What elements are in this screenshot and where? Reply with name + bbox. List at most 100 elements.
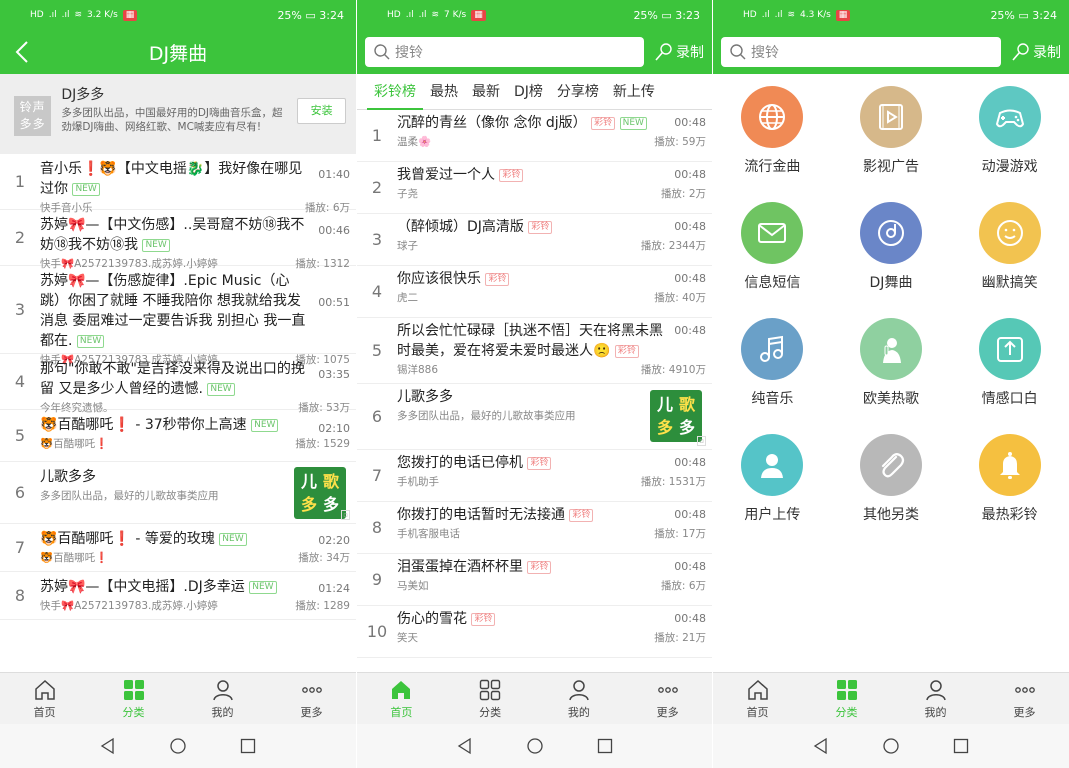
rank-number: 7	[371, 466, 383, 485]
duration: 00:48	[674, 560, 706, 573]
tab-1[interactable]: 最热	[423, 74, 465, 110]
category-item[interactable]: 欧美热歌	[832, 318, 951, 420]
list-item[interactable]: 5 所以会忙忙碌碌［执迷不悟］天在将黑未黑时最美，爱在将爱未爱时最迷人🙁 彩铃 锡洋…	[357, 318, 712, 384]
nav-category[interactable]: 分类	[446, 673, 535, 724]
promo-app-logo: 铃声多多	[14, 96, 52, 136]
system-back-icon[interactable]	[456, 737, 474, 755]
item-artist: 球子	[397, 240, 418, 252]
category-icon-circle	[859, 434, 922, 496]
tab-5[interactable]: 新上传	[606, 74, 662, 110]
record-button[interactable]: 录制	[1011, 42, 1061, 62]
app-notification-icon: ▦	[471, 9, 486, 21]
search-placeholder: 搜铃	[751, 45, 779, 61]
tab-4[interactable]: 分享榜	[550, 74, 606, 110]
category-icon-circle	[741, 318, 804, 380]
play-count: 播放: 59万	[654, 136, 706, 148]
tab-2[interactable]: 最新	[465, 74, 507, 110]
duration: 00:48	[674, 324, 706, 337]
nav-more[interactable]: 更多	[267, 673, 356, 724]
new-tag: NEW	[142, 238, 170, 252]
category-item[interactable]: 情感口白	[950, 318, 1069, 420]
nav-mine[interactable]: 我的	[178, 673, 267, 724]
category-item[interactable]: 流行金曲	[713, 86, 832, 188]
category-item[interactable]: DJ舞曲	[832, 202, 951, 304]
category-item[interactable]: 信息短信	[713, 202, 832, 304]
system-home-icon[interactable]	[169, 737, 187, 755]
kids-app-logo: 儿歌多多	[294, 467, 346, 519]
nav-category[interactable]: 分类	[89, 673, 178, 724]
system-home-icon[interactable]	[882, 737, 900, 755]
system-back-icon[interactable]	[812, 737, 830, 755]
nav-category[interactable]: 分类	[802, 673, 891, 724]
back-arrow-icon[interactable]	[12, 39, 34, 65]
mail-icon	[758, 223, 787, 243]
nav-more[interactable]: 更多	[980, 673, 1069, 724]
grid-icon	[836, 679, 857, 700]
nav-home[interactable]: 首页	[357, 673, 446, 724]
system-back-icon[interactable]	[99, 737, 117, 755]
item-artist: 🐯百酷哪吒❗	[40, 438, 109, 450]
ringtone-tag: 彩铃	[569, 508, 594, 522]
system-nav-bar	[357, 724, 712, 768]
search-input[interactable]: 搜铃	[721, 37, 1001, 67]
list-item[interactable]: 10 伤心的雪花 彩铃 笑天 播放: 21万 00:48	[357, 606, 712, 658]
system-recents-icon[interactable]	[239, 737, 257, 755]
category-item[interactable]: 幽默搞笑	[950, 202, 1069, 304]
system-home-icon[interactable]	[526, 737, 544, 755]
nav-more[interactable]: 更多	[623, 673, 712, 724]
ringtone-chart-list: 1 沉醉的青丝（像你 念你 dj版） 彩铃 NEW 温柔🌸 播放: 59万 00:48 2…	[357, 110, 712, 672]
nav-home[interactable]: 首页	[0, 673, 89, 724]
list-item[interactable]: 3 苏婷🎀—【伤感旋律】.Epic Music（心跳）你困了就睡 不睡我陪你 想我…	[0, 266, 356, 366]
wifi-icon: ≋	[74, 10, 82, 20]
record-button[interactable]: 录制	[654, 42, 704, 62]
list-item[interactable]: 3 （醉倾城）DJ高清版 彩铃 球子 播放: 2344万 00:48	[357, 214, 712, 266]
rank-number: 1	[371, 126, 383, 145]
category-label: 用户上传	[744, 507, 801, 523]
search-bar: 搜铃 录制	[357, 30, 712, 74]
nav-mine-label: 我的	[211, 705, 234, 719]
network-speed: 4.3 K/s	[800, 10, 831, 20]
duration: 02:10	[318, 422, 350, 435]
system-recents-icon[interactable]	[952, 737, 970, 755]
category-item[interactable]: 用户上传	[713, 434, 832, 536]
category-item[interactable]: 最热彩铃	[950, 434, 1069, 536]
duration: 00:48	[674, 272, 706, 285]
category-icon-circle	[859, 202, 922, 264]
network-speed: 7 K/s	[444, 10, 467, 20]
nav-home[interactable]: 首页	[713, 673, 802, 724]
list-item[interactable]: 7 您拨打的电话已停机 彩铃 手机助手 播放: 1531万 00:48	[357, 450, 712, 502]
list-item[interactable]: 1 沉醉的青丝（像你 念你 dj版） 彩铃 NEW 温柔🌸 播放: 59万 00:48	[357, 110, 712, 162]
list-item[interactable]: 2 我曾爱过一个人 彩铃 子尧 播放: 2万 00:48	[357, 162, 712, 214]
list-item[interactable]: 8 苏婷🎀—【中文电摇】.DJ多幸运 NEW 快手🎀A2572139783.成苏婷.…	[0, 572, 356, 620]
nav-mine[interactable]: 我的	[535, 673, 624, 724]
category-icon-circle	[978, 318, 1041, 380]
nav-mine[interactable]: 我的	[891, 673, 980, 724]
list-item[interactable]: 2 苏婷🎀—【中文伤感】..吴哥窟不妨⑱我不妨⑱我不妨⑱我 NEW 快手🎀A2572…	[0, 210, 356, 270]
category-item[interactable]: 其他另类	[832, 434, 951, 536]
ringtone-tag: 彩铃	[527, 456, 552, 470]
list-item[interactable]: 1 音小乐❗🐯【中文电摇🐉】我好像在哪见过你 NEW 快手音小乐 播放: 6万 01:4…	[0, 154, 356, 214]
tab-3[interactable]: DJ榜	[507, 74, 550, 110]
list-item[interactable]: 5 🐯百酷哪吒❗ - 37秒带你上高速 NEW 🐯百酷哪吒❗ 播放: 1529 02:1…	[0, 410, 356, 462]
music-note-icon	[760, 335, 784, 362]
promo-banner[interactable]: 铃声多多 DJ多多 多多团队出品，中国最好用的DJ嗨曲音乐盒，超劲爆DJ嗨曲、网…	[0, 74, 356, 154]
list-item[interactable]: 4 你应该很快乐 彩铃 虎二 播放: 40万 00:48	[357, 266, 712, 318]
category-icon-circle	[978, 434, 1041, 496]
list-item[interactable]: 6 儿歌多多 多多团队出品，最好的儿歌故事类应用儿歌多多 ▫	[0, 462, 356, 524]
system-recents-icon[interactable]	[596, 737, 614, 755]
install-button[interactable]: 安装	[297, 98, 346, 124]
category-item[interactable]: 影视广告	[832, 86, 951, 188]
category-item[interactable]: 动漫游戏	[950, 86, 1069, 188]
list-item[interactable]: 7 🐯百酷哪吒❗ - 等爱的玫瑰 NEW 🐯百酷哪吒❗ 播放: 34万 02:20	[0, 524, 356, 572]
list-item[interactable]: 9 泪蛋蛋掉在酒杯杯里 彩铃 马美如 播放: 6万 00:48	[357, 554, 712, 606]
list-item[interactable]: 4 那句"你敢不敢"是吉择没来得及说出口的挽留 又是多少人曾经的遗憾. NEW 今年…	[0, 354, 356, 414]
category-item[interactable]: 纯音乐	[713, 318, 832, 420]
list-item[interactable]: 8 你拨打的电话暂时无法接通 彩铃 手机客服电话 播放: 17万 00:48	[357, 502, 712, 554]
status-bar: HD .ıl .ıl ≋ 7 K/s ▦ 25% ▭ 3:23	[357, 0, 712, 30]
search-input[interactable]: 搜铃	[365, 37, 644, 67]
list-item[interactable]: 6 儿歌多多 多多团队出品，最好的儿歌故事类应用儿歌多多 ▫	[357, 384, 712, 450]
play-count: 播放: 34万	[298, 552, 350, 564]
tab-0[interactable]: 彩铃榜	[367, 74, 423, 110]
duration: 00:48	[674, 220, 706, 233]
item-title: 苏婷🎀—【中文伤感】..吴哥窟不妨⑱我不妨⑱我不妨⑱我	[40, 217, 305, 253]
